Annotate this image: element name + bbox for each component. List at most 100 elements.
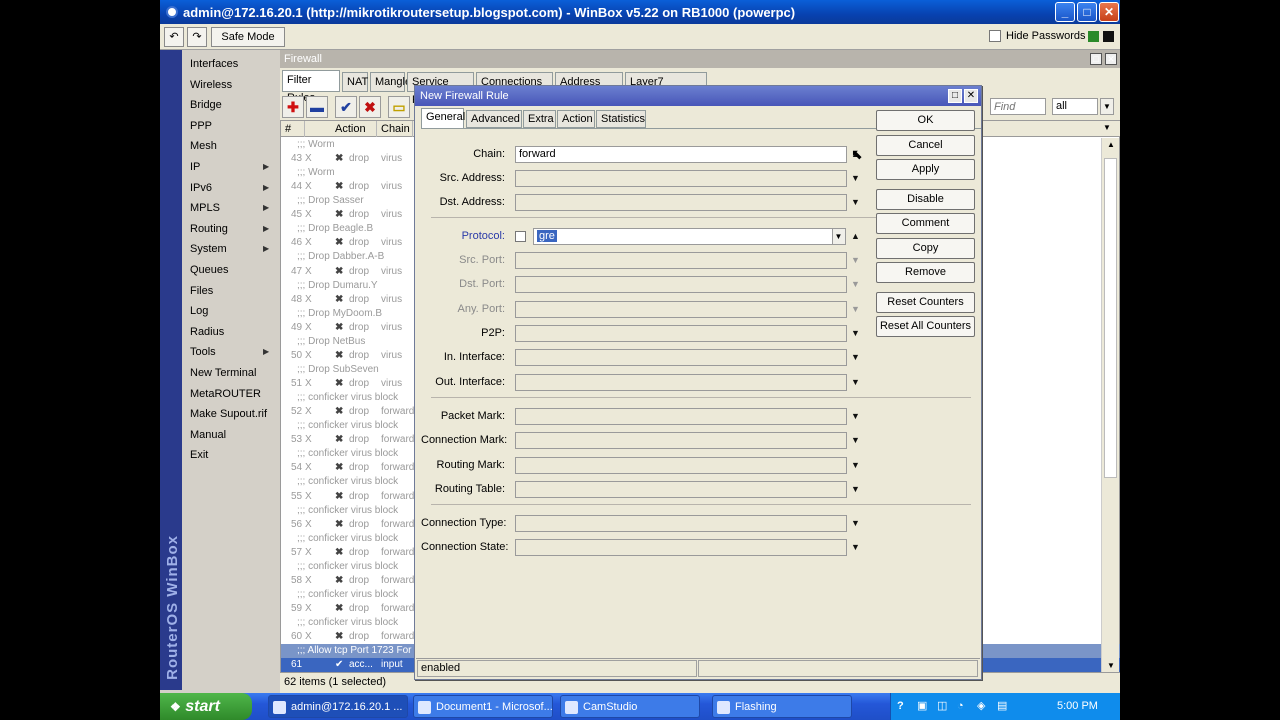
reset-all-counters-button[interactable]: Reset All Counters [876,316,975,337]
close-button[interactable]: ✕ [1099,2,1119,22]
minimize-button[interactable]: _ [1055,2,1075,22]
p2p-field[interactable] [515,325,847,342]
expand-dst-port-icon[interactable]: ▼ [851,279,860,289]
disable-button[interactable]: Disable [876,189,975,210]
copy-button[interactable]: Copy [876,238,975,259]
clock[interactable]: 5:00 PM [1057,693,1098,720]
dialog-tab-general[interactable]: General [421,108,465,129]
connection-state-field[interactable] [515,539,847,556]
comment-button[interactable]: Comment [876,213,975,234]
src-port-field[interactable] [515,252,847,269]
connection-type-field[interactable] [515,515,847,532]
routing-mark-field[interactable] [515,457,847,474]
dst-address-field[interactable] [515,194,847,211]
protocol-field[interactable]: gre [533,228,833,245]
reset-counters-button[interactable]: Reset Counters [876,292,975,313]
sidebar-item-tools[interactable]: Tools [190,342,216,362]
expand-in-interface-icon[interactable]: ▼ [851,352,860,362]
expand-routing-table-icon[interactable]: ▼ [851,484,860,494]
sidebar-item-radius[interactable]: Radius [190,322,224,342]
scroll-down-icon[interactable]: ▼ [1107,661,1115,670]
dialog-close-button[interactable]: ✕ [964,89,978,103]
undo-button[interactable]: ↶ [164,27,184,47]
routing-table-field[interactable] [515,481,847,498]
sidebar-item-make-supout-rif[interactable]: Make Supout.rif [190,404,267,424]
protocol-dropdown-icon[interactable]: ▼ [831,228,846,245]
sidebar-item-log[interactable]: Log [190,301,208,321]
expand-routing-mark-icon[interactable]: ▼ [851,460,860,470]
sidebar-item-wireless[interactable]: Wireless [190,75,232,95]
tab-nat[interactable]: NAT [342,72,368,92]
start-button[interactable]: ❖ start [160,693,252,720]
scroll-up-icon[interactable]: ▲ [1107,140,1115,149]
expand-packet-mark-icon[interactable]: ▼ [851,411,860,421]
column-header-chain[interactable]: Chain [377,121,413,137]
tray-extra-icon[interactable]: ▤ [997,693,1007,720]
expand-p2p-icon[interactable]: ▼ [851,328,860,338]
in-interface-field[interactable] [515,349,847,366]
packet-mark-field[interactable] [515,408,847,425]
expand-connection-state-icon[interactable]: ▼ [851,542,860,552]
dialog-tab-statistics[interactable]: Statistics [596,110,646,128]
volume-icon[interactable]: ◔ [957,693,964,720]
sidebar-item-files[interactable]: Files [190,281,213,301]
dialog-maximize-button[interactable]: □ [948,89,962,103]
filter-dropdown-arrow-icon[interactable]: ▼ [1100,98,1114,115]
remove-rule-button[interactable]: ▬ [306,96,328,118]
find-input[interactable] [990,98,1046,115]
any-port-field[interactable] [515,301,847,318]
sidebar-item-system[interactable]: System [190,239,227,259]
enable-rule-button[interactable]: ✔ [335,96,357,118]
sidebar-item-mesh[interactable]: Mesh [190,136,217,156]
sidebar-item-ppp[interactable]: PPP [190,116,212,136]
tray-app-icon[interactable]: ▣ [917,693,927,720]
dialog-tab-advanced[interactable]: Advanced [466,110,522,128]
dialog-title-bar[interactable]: New Firewall Rule □ ✕ [415,86,981,106]
safe-mode-button[interactable]: Safe Mode [211,27,285,47]
protocol-negate-checkbox[interactable] [515,231,526,242]
hide-passwords-checkbox[interactable] [989,30,1001,42]
taskbar-item-4[interactable]: Flashing [712,695,852,718]
expand-any-port-icon[interactable]: ▼ [851,304,860,314]
sidebar-item-exit[interactable]: Exit [190,445,208,465]
comment-rule-button[interactable]: ▭ [388,96,410,118]
dst-port-field[interactable] [515,276,847,293]
cancel-button[interactable]: Cancel [876,135,975,156]
firewall-maximize-button[interactable]: □ [1090,53,1102,65]
maximize-button[interactable]: □ [1077,2,1097,22]
ok-button[interactable]: OK [876,110,975,131]
chain-field[interactable]: forward [515,146,847,163]
sidebar-item-manual[interactable]: Manual [190,425,226,445]
help-icon[interactable]: ? [897,693,904,720]
expand-out-interface-icon[interactable]: ▼ [851,377,860,387]
security-icon[interactable]: ◈ [977,693,985,720]
dialog-tab-extra[interactable]: Extra [523,110,556,128]
network-icon[interactable]: ◫ [937,693,947,720]
column-header-number[interactable]: # [281,121,305,137]
tab-filter-rules[interactable]: Filter Rules [282,70,340,104]
sidebar-item-mpls[interactable]: MPLS [190,198,220,218]
expand-connection-type-icon[interactable]: ▼ [851,518,860,528]
redo-button[interactable]: ↷ [187,27,207,47]
taskbar-item-1[interactable]: admin@172.16.20.1 ... [268,695,408,718]
sidebar-item-ipv6[interactable]: IPv6 [190,178,212,198]
src-address-field[interactable] [515,170,847,187]
sidebar-item-interfaces[interactable]: Interfaces [190,54,238,74]
add-rule-button[interactable]: ✚ [282,96,304,118]
expand-src-port-icon[interactable]: ▼ [851,255,860,265]
column-header-action[interactable]: Action [331,121,377,137]
out-interface-field[interactable] [515,374,847,391]
filter-select[interactable]: all [1052,98,1098,115]
title-bar[interactable]: admin@172.16.20.1 (http://mikrotikrouter… [160,0,1120,24]
disable-rule-button[interactable]: ✖ [359,96,381,118]
apply-button[interactable]: Apply [876,159,975,180]
sidebar-item-bridge[interactable]: Bridge [190,95,222,115]
sidebar-item-new-terminal[interactable]: New Terminal [190,363,256,383]
taskbar-item-3[interactable]: CamStudio [560,695,700,718]
sidebar-item-routing[interactable]: Routing [190,219,228,239]
taskbar-item-2[interactable]: Document1 - Microsof... [413,695,553,718]
expand-dst-address-icon[interactable]: ▼ [851,197,860,207]
remove-button[interactable]: Remove [876,262,975,283]
expand-connection-mark-icon[interactable]: ▼ [851,435,860,445]
columns-dropdown-icon[interactable]: ▼ [1103,123,1111,132]
